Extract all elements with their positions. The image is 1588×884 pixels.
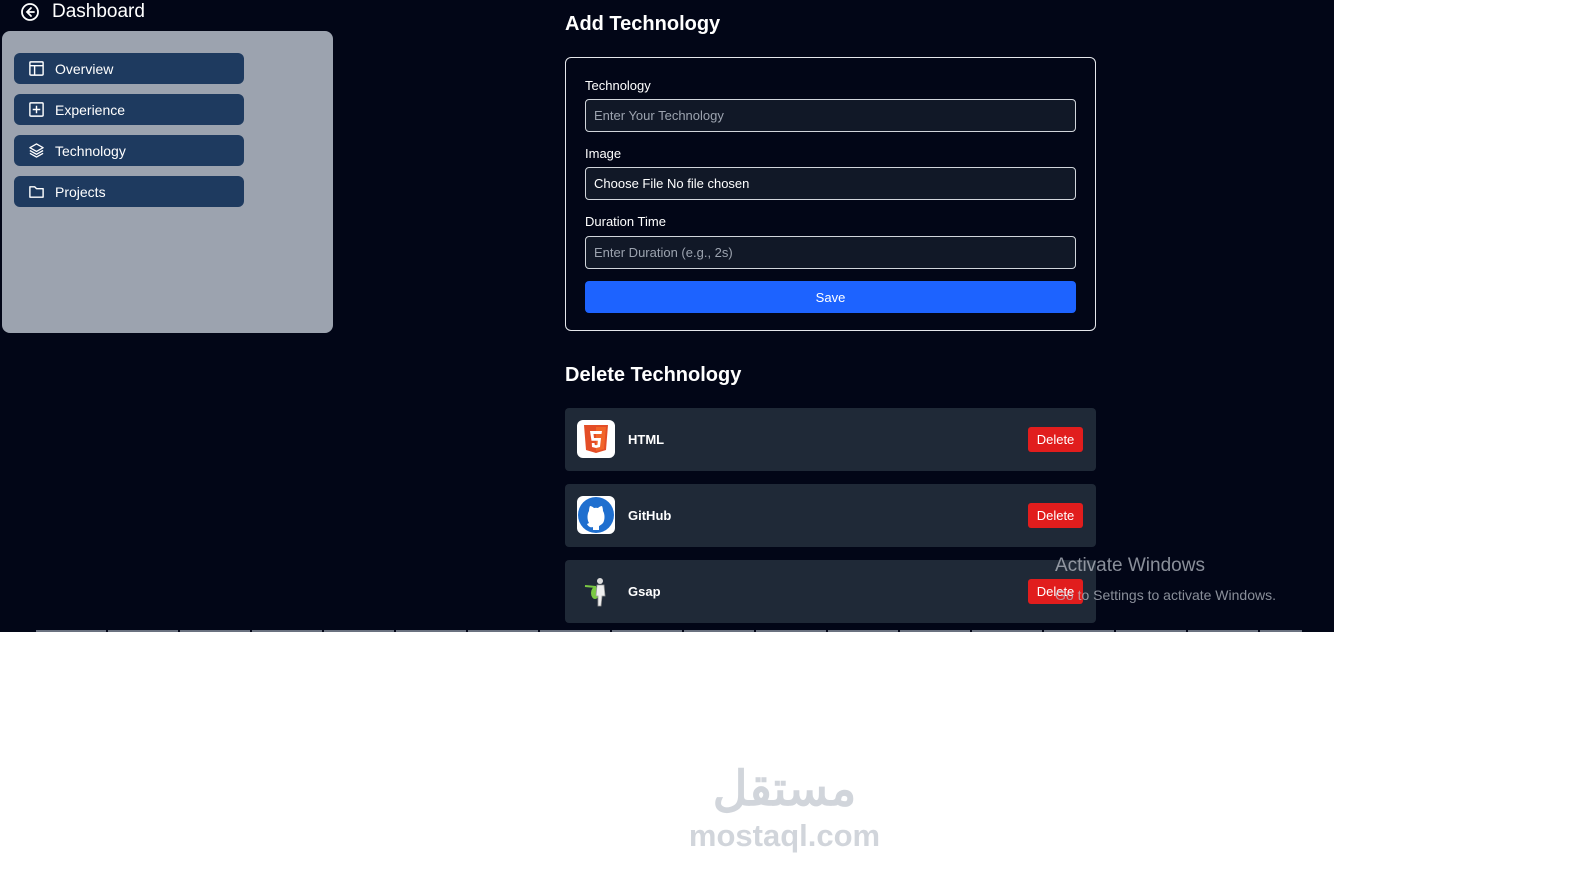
folder-icon [29, 186, 44, 198]
html5-icon [577, 420, 615, 458]
sidebar-item-label: Technology [55, 142, 126, 159]
add-technology-title: Add Technology [565, 13, 721, 35]
bottom-divider [36, 630, 1302, 632]
dashboard-app: Dashboard Overview Experience Technology… [0, 0, 1334, 632]
header: Dashboard [20, 0, 145, 24]
watermark-arabic: مستقل [712, 763, 857, 816]
technology-row: HTML Delete [565, 408, 1096, 471]
delete-button[interactable]: Delete [1028, 579, 1083, 604]
arrow-left-circle-icon[interactable] [20, 2, 40, 22]
technology-name: HTML [628, 432, 665, 447]
sidebar-item-label: Projects [55, 183, 106, 200]
sidebar-item-technology[interactable]: Technology [14, 135, 244, 166]
sidebar-item-label: Overview [55, 60, 114, 77]
watermark-latin: mostaql.com [688, 818, 881, 853]
layout-icon [29, 61, 44, 76]
gsap-icon [577, 572, 615, 610]
mostaql-watermark: مستقل mostaql.com [687, 760, 882, 860]
add-technology-form: Technology Image Choose File No file cho… [565, 57, 1096, 331]
delete-button[interactable]: Delete [1028, 427, 1083, 452]
duration-input[interactable] [585, 236, 1076, 269]
duration-label: Duration Time [585, 214, 666, 229]
technology-label: Technology [585, 78, 651, 93]
sidebar-item-projects[interactable]: Projects [14, 176, 244, 207]
github-icon [577, 496, 615, 534]
technology-input[interactable] [585, 99, 1076, 132]
image-label: Image [585, 146, 622, 161]
technology-row: Gsap Delete [565, 560, 1096, 623]
sidebar-item-experience[interactable]: Experience [14, 94, 244, 125]
technology-row: GitHub Delete [565, 484, 1096, 547]
image-file-input[interactable]: Choose File No file chosen [585, 167, 1076, 200]
file-status: No file chosen [667, 176, 750, 191]
layers-icon [29, 143, 44, 158]
technology-name: GitHub [628, 508, 672, 523]
page-title: Dashboard [52, 1, 145, 22]
sidebar-item-label: Experience [55, 101, 126, 118]
plus-square-icon [29, 102, 44, 117]
save-button[interactable]: Save [585, 281, 1076, 313]
sidebar: Overview Experience Technology Projects [2, 31, 333, 333]
choose-file-button[interactable]: Choose File [594, 176, 663, 191]
technology-name: Gsap [628, 584, 661, 599]
delete-technology-title: Delete Technology [565, 364, 742, 386]
sidebar-item-overview[interactable]: Overview [14, 53, 244, 84]
delete-button[interactable]: Delete [1028, 503, 1083, 528]
